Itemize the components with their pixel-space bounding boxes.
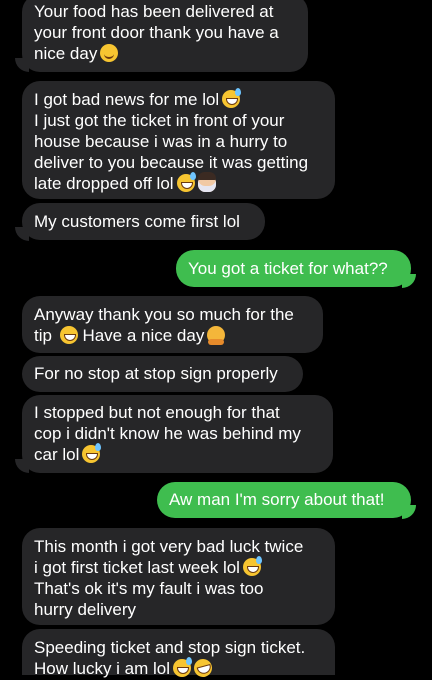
message-text: house because i was in a hurry to	[34, 132, 288, 151]
incoming-message[interactable]: For no stop at stop sign properly	[22, 356, 303, 392]
outgoing-message[interactable]: You got a ticket for what??	[176, 250, 411, 287]
message-thread: Your food has been delivered at your fro…	[0, 0, 432, 680]
hugging-face-icon	[207, 326, 226, 345]
incoming-message[interactable]: I stopped but not enough for that cop i …	[22, 395, 333, 473]
bubble-tail	[15, 58, 29, 72]
smiling-face-icon	[100, 44, 119, 62]
grinning-face-icon	[59, 326, 78, 344]
incoming-message[interactable]: Speeding ticket and stop sign ticket. Ho…	[22, 629, 335, 680]
message-text: I stopped but not enough for that	[34, 403, 280, 422]
message-text: Have a nice day	[82, 326, 205, 345]
message-text: I got bad news for me lol	[34, 90, 220, 109]
grinning-sweat-icon	[82, 443, 102, 463]
message-text: nice day	[34, 44, 98, 63]
rolling-laughing-icon	[192, 656, 215, 680]
outgoing-message[interactable]: Aw man I'm sorry about that!	[157, 482, 411, 518]
bubble-tail	[402, 505, 416, 519]
message-text: Anyway thank you so much for the	[34, 305, 294, 324]
message-text: late dropped off lol	[34, 174, 174, 193]
message-text: How lucky i am lol	[34, 659, 171, 678]
message-text: Speeding ticket and stop sign ticket.	[34, 638, 306, 657]
message-text: This month i got very bad luck twice	[34, 537, 304, 556]
incoming-message[interactable]: My customers come first lol	[22, 203, 265, 240]
bubble-tail	[15, 459, 29, 473]
message-text: That's ok it's my fault i was too	[34, 579, 264, 598]
bubble-tail	[15, 227, 29, 241]
message-text: Aw man I'm sorry about that!	[169, 490, 385, 509]
bubble-tail	[402, 274, 416, 288]
message-text: i got first ticket last week lol	[34, 558, 240, 577]
message-text: cop i didn't know he was behind my	[34, 424, 301, 443]
message-text: Your food has been delivered at	[34, 2, 274, 21]
message-text: For no stop at stop sign properly	[34, 364, 278, 383]
incoming-message[interactable]: This month i got very bad luck twice i g…	[22, 528, 335, 625]
incoming-message[interactable]: Your food has been delivered at your fro…	[22, 0, 308, 72]
message-text: deliver to you because it was getting	[34, 153, 309, 172]
woman-shrugging-icon	[197, 172, 216, 192]
grinning-sweat-icon	[176, 172, 196, 192]
message-text: You got a ticket for what??	[188, 259, 388, 278]
message-text: tip	[34, 326, 52, 345]
grinning-sweat-icon	[222, 88, 242, 108]
message-text: hurry delivery	[34, 600, 137, 619]
message-text: I just got the ticket in front of your	[34, 111, 285, 130]
message-text: My customers come first lol	[34, 212, 240, 231]
message-text: car lol	[34, 445, 80, 464]
grinning-sweat-icon	[242, 556, 262, 576]
message-text: your front door thank you have a	[34, 23, 279, 42]
grinning-sweat-icon	[173, 657, 193, 677]
incoming-message[interactable]: Anyway thank you so much for the tip Hav…	[22, 296, 323, 353]
incoming-message[interactable]: I got bad news for me lol I just got the…	[22, 81, 335, 199]
